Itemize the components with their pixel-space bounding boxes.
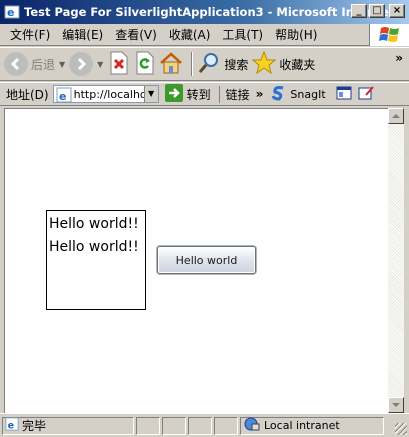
star-icon <box>251 50 277 78</box>
status-pane <box>214 416 238 435</box>
search-icon <box>197 51 221 78</box>
links-button[interactable]: 链接 <box>218 85 250 103</box>
close-button[interactable]: × <box>389 4 405 18</box>
done-page-icon: e <box>5 417 19 434</box>
back-button[interactable]: 后退 ▼ <box>4 52 65 76</box>
hello-text-box: Hello world!! Hello world!! <box>46 210 146 310</box>
address-value: http://localhos <box>73 87 153 101</box>
svg-text:e: e <box>7 6 14 19</box>
hello-text-line: Hello world!! <box>49 216 139 232</box>
page-icon: e <box>56 87 72 103</box>
favorites-label: 收藏夹 <box>279 57 316 72</box>
maximize-button[interactable]: □ <box>369 4 385 18</box>
go-label: 转到 <box>186 87 211 102</box>
ie-icon: e <box>4 4 20 20</box>
toolbar-more-chevron-icon[interactable]: » <box>395 51 403 65</box>
refresh-icon <box>133 51 155 78</box>
security-zone-pane: Local intranet <box>240 416 384 435</box>
address-input[interactable]: e http://localhos ▼ <box>52 85 159 103</box>
home-button[interactable] <box>159 51 183 78</box>
standard-toolbar: 后退 ▼ ▼ 搜索 收藏夹 » <box>0 47 409 81</box>
svg-text:e: e <box>59 90 66 103</box>
home-icon <box>159 51 183 78</box>
snagit-label: SnagIt <box>290 87 326 101</box>
scroll-down-icon[interactable] <box>388 397 404 413</box>
status-pane <box>162 416 186 435</box>
menu-help[interactable]: 帮助(H) <box>269 26 323 43</box>
back-label: 后退 <box>31 57 56 72</box>
search-button[interactable]: 搜索 <box>197 51 248 78</box>
title-bar: e Test Page For SilverlightApplication3 … <box>0 0 409 24</box>
minimize-button[interactable]: _ <box>351 4 367 18</box>
intranet-zone-icon <box>244 416 260 435</box>
zone-label: Local intranet <box>264 419 340 432</box>
window-title: Test Page For SilverlightApplication3 - … <box>24 5 402 19</box>
menu-favorites[interactable]: 收藏(A) <box>163 26 217 43</box>
back-arrow-icon <box>4 52 28 76</box>
refresh-button[interactable] <box>133 51 155 78</box>
status-text: 完毕 <box>22 419 47 433</box>
address-bar: 地址(D) e http://localhos ▼ 转到 链接 » SnagIt <box>0 82 409 106</box>
capture-edit-icon[interactable] <box>358 85 374 104</box>
toolbar-separator <box>191 52 194 76</box>
stop-button[interactable] <box>107 51 129 78</box>
menu-edit[interactable]: 编辑(E) <box>56 26 109 43</box>
favorites-button[interactable]: 收藏夹 <box>251 50 316 78</box>
snagit-button[interactable]: SnagIt <box>271 85 326 104</box>
address-dropdown-icon[interactable]: ▼ <box>143 86 158 102</box>
menu-bar: 文件(F) 编辑(E) 查看(V) 收藏(A) 工具(T) 帮助(H) <box>0 24 409 46</box>
address-label: 地址(D) <box>6 87 49 102</box>
stop-icon <box>107 51 129 78</box>
hello-world-button[interactable]: Hello world <box>157 246 256 274</box>
go-button[interactable]: 转到 <box>164 83 211 105</box>
svg-text:e: e <box>8 420 15 431</box>
capture-window-icon[interactable] <box>336 85 352 104</box>
resize-grip-icon[interactable] <box>395 423 407 435</box>
status-pane <box>136 416 160 435</box>
status-pane <box>188 416 212 435</box>
snagit-icon <box>271 85 287 104</box>
search-label: 搜索 <box>224 57 249 72</box>
links-more-chevron-icon[interactable]: » <box>256 87 264 101</box>
scroll-up-icon[interactable] <box>388 108 404 124</box>
menu-file[interactable]: 文件(F) <box>4 26 56 43</box>
status-main-pane: e 完毕 <box>2 416 134 435</box>
menu-view[interactable]: 查看(V) <box>109 26 163 43</box>
back-dropdown-icon[interactable]: ▼ <box>59 60 65 69</box>
status-bar: e 完毕 Local intranet <box>0 413 409 437</box>
vertical-scrollbar[interactable] <box>388 108 404 413</box>
forward-arrow-icon <box>69 52 94 76</box>
page-content: Hello world!! Hello world!! Hello world <box>4 108 388 413</box>
forward-button[interactable]: ▼ <box>69 52 103 76</box>
hello-text-line: Hello world!! <box>49 239 139 255</box>
forward-dropdown-icon[interactable]: ▼ <box>97 60 103 69</box>
windows-logo-icon <box>369 24 409 46</box>
go-arrow-icon <box>164 83 183 105</box>
menu-tools[interactable]: 工具(T) <box>216 26 269 43</box>
